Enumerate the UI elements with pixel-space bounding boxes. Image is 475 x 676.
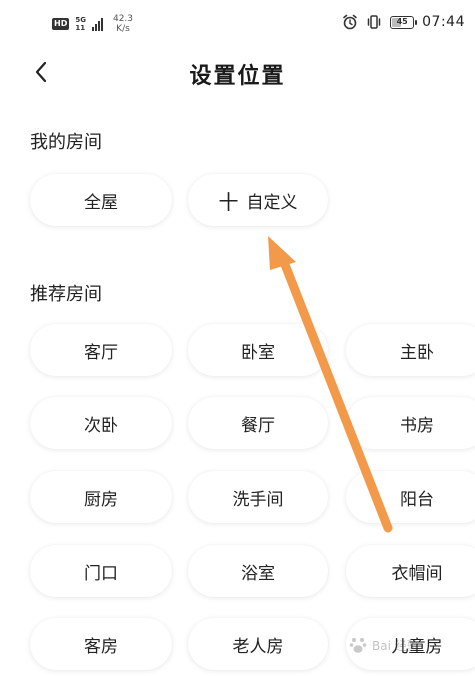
network-speed-unit: K/s [116, 24, 130, 34]
hd-badge: HD [52, 18, 70, 30]
battery-icon: 45 [390, 15, 418, 29]
network-type-label: 5G [75, 16, 86, 24]
room-chip[interactable]: 厨房 [30, 471, 172, 523]
top-bar: 设置位置 [0, 48, 475, 100]
recommended-rooms-title: 推荐房间 [30, 284, 102, 305]
room-chip-label: 客厅 [84, 342, 118, 363]
vibrate-icon [367, 15, 381, 29]
battery-percent: 45 [396, 16, 408, 26]
baidu-watermark: Bai 经验 [348, 622, 468, 668]
room-chip-label: 老人房 [232, 636, 284, 657]
add-custom-room-label: 自定义 [246, 192, 298, 213]
room-chip[interactable]: 餐厅 [188, 397, 328, 449]
room-chip-label: 门口 [84, 563, 118, 584]
room-chip[interactable]: 客厅 [30, 324, 172, 376]
plus-icon: 十 [218, 189, 239, 214]
room-chip-label: 主卧 [400, 342, 434, 363]
room-chip[interactable]: 次卧 [30, 397, 172, 449]
page-title: 设置位置 [189, 64, 286, 89]
network-speed: 42.3 K/s [113, 14, 133, 34]
room-chip[interactable]: 门口 [30, 545, 172, 597]
my-rooms-title: 我的房间 [30, 132, 102, 153]
room-chip[interactable]: 卧室 [188, 324, 328, 376]
watermark-text: Bai 经验 [372, 638, 419, 653]
room-chip[interactable]: 衣帽间 [346, 545, 475, 597]
room-chip-label: 浴室 [241, 563, 275, 584]
status-bar-right: 45 07:44 [342, 14, 465, 30]
room-chip-label: 卧室 [241, 342, 275, 363]
room-chip-whole-house[interactable]: 全屋 [30, 174, 172, 226]
room-chip-label: 衣帽间 [391, 563, 443, 584]
status-clock: 07:44 [422, 14, 465, 30]
room-chip-label: 次卧 [84, 415, 118, 436]
room-chip-label: 餐厅 [241, 415, 275, 436]
room-chip[interactable]: 老人房 [188, 618, 328, 670]
room-chip-label: 阳台 [400, 489, 434, 510]
room-chip-label: 全屋 [84, 192, 118, 213]
room-chip[interactable]: 主卧 [346, 324, 475, 376]
network-sub-label: 11 [75, 24, 86, 32]
add-custom-room-button[interactable]: 十 自定义 [188, 174, 328, 226]
room-chip-label: 书房 [400, 415, 434, 436]
room-chip[interactable]: 客房 [30, 618, 172, 670]
room-chip[interactable]: 浴室 [188, 545, 328, 597]
network-type: 5G 11 [75, 16, 86, 32]
room-chip[interactable]: 阳台 [346, 471, 475, 523]
room-chip[interactable]: 洗手间 [188, 471, 328, 523]
alarm-icon [343, 14, 357, 30]
set-location-screen: HD 5G 11 42.3 K/s 45 07:44 设置位置 我的房间 全屋 … [0, 0, 475, 676]
room-chip-label: 洗手间 [232, 489, 284, 510]
status-bar-left: HD 5G 11 42.3 K/s [52, 14, 133, 34]
network-speed-value: 42.3 [112, 14, 134, 24]
room-chip-label: 客房 [84, 636, 118, 657]
signal-icon [91, 17, 103, 31]
room-chip-label: 厨房 [84, 489, 118, 510]
room-chip[interactable]: 书房 [346, 397, 475, 449]
status-bar: HD 5G 11 42.3 K/s 45 07:44 [0, 0, 475, 48]
paw-logo-icon [349, 638, 367, 653]
